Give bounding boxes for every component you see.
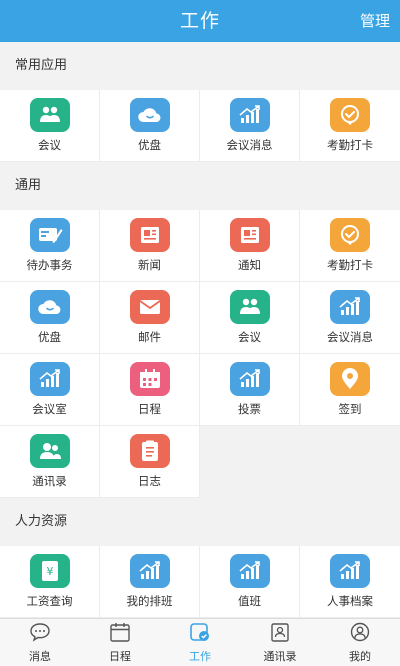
app-tile[interactable]: 优盘 bbox=[0, 282, 100, 354]
chart-icon bbox=[129, 554, 170, 588]
tab-3[interactable]: 通讯录 bbox=[240, 619, 320, 666]
bottom-tab-bar: 消息 日程 工作 通讯录 我的 bbox=[0, 618, 400, 666]
app-tile-label: 优盘 bbox=[38, 330, 61, 344]
app-tile-label: 日志 bbox=[138, 474, 161, 488]
yen-book-icon: ¥ bbox=[29, 554, 70, 588]
notepad-icon bbox=[129, 434, 170, 468]
chart-icon bbox=[229, 98, 270, 132]
chat-bubble-icon bbox=[29, 622, 51, 646]
app-tile[interactable]: 通知 bbox=[200, 210, 300, 282]
app-tile-label: 待办事务 bbox=[26, 258, 73, 272]
location-pin-icon bbox=[330, 362, 370, 396]
app-tile[interactable]: 人事档案 bbox=[300, 546, 400, 618]
newspaper-icon bbox=[229, 218, 270, 252]
tab-label: 日程 bbox=[109, 649, 131, 663]
mail-icon bbox=[129, 290, 170, 324]
app-tile[interactable]: 优盘 bbox=[100, 90, 200, 162]
app-tile[interactable]: 值班 bbox=[200, 546, 300, 618]
app-tile[interactable]: 会议室 bbox=[0, 354, 100, 426]
app-tile[interactable]: 考勤打卡 bbox=[300, 210, 400, 282]
empty-tile bbox=[300, 426, 400, 498]
chart-icon bbox=[229, 554, 270, 588]
check-shield-icon bbox=[330, 218, 370, 252]
svg-text:¥: ¥ bbox=[46, 565, 53, 578]
page-title: 工作 bbox=[179, 10, 220, 32]
app-tile-label: 会议 bbox=[38, 138, 61, 152]
app-tile-label: 会议 bbox=[238, 330, 261, 344]
app-tile-label: 新闻 bbox=[138, 258, 161, 272]
cloud-icon bbox=[29, 290, 70, 324]
app-tile[interactable]: 新闻 bbox=[100, 210, 200, 282]
app-tile-label: 会议室 bbox=[32, 402, 67, 416]
app-tile-label: 通讯录 bbox=[32, 474, 67, 488]
tab-4[interactable]: 我的 bbox=[320, 619, 400, 666]
tab-2[interactable]: 工作 bbox=[160, 619, 240, 666]
manage-button[interactable]: 管理 bbox=[360, 0, 390, 42]
app-tile[interactable]: 投票 bbox=[200, 354, 300, 426]
profile-icon bbox=[349, 622, 371, 646]
app-tile[interactable]: ¥ 工资查询 bbox=[0, 546, 100, 618]
app-tile-label: 通知 bbox=[238, 258, 261, 272]
tab-label: 工作 bbox=[189, 649, 211, 663]
chart-icon bbox=[29, 362, 70, 396]
app-tile-label: 日程 bbox=[138, 402, 161, 416]
app-tile[interactable]: 通讯录 bbox=[0, 426, 100, 498]
chart-icon bbox=[229, 362, 270, 396]
app-tile[interactable]: 会议消息 bbox=[300, 282, 400, 354]
card-pen-icon bbox=[29, 218, 70, 252]
tab-0[interactable]: 消息 bbox=[0, 619, 80, 666]
app-tile-label: 人事档案 bbox=[327, 594, 373, 608]
app-tile-label: 邮件 bbox=[138, 330, 161, 344]
app-tile[interactable]: 会议 bbox=[0, 90, 100, 162]
meeting-icon bbox=[229, 290, 270, 324]
app-grid: ¥ 工资查询 我的排班 值班 人事档案 bbox=[0, 546, 400, 618]
newspaper-icon bbox=[129, 218, 170, 252]
app-tile[interactable]: 日程 bbox=[100, 354, 200, 426]
app-tile[interactable]: 日志 bbox=[100, 426, 200, 498]
chart-icon bbox=[330, 554, 370, 588]
calendar-icon bbox=[129, 362, 170, 396]
tab-label: 通讯录 bbox=[263, 649, 297, 663]
app-tile[interactable]: 邮件 bbox=[100, 282, 200, 354]
chart-icon bbox=[330, 290, 370, 324]
app-tile-label: 投票 bbox=[238, 402, 261, 416]
app-tile-label: 会议消息 bbox=[327, 330, 373, 344]
app-tile[interactable]: 签到 bbox=[300, 354, 400, 426]
app-tile[interactable]: 考勤打卡 bbox=[300, 90, 400, 162]
app-tile[interactable]: 我的排班 bbox=[100, 546, 200, 618]
section-title: 通用 bbox=[0, 162, 400, 210]
tab-1[interactable]: 日程 bbox=[80, 619, 160, 666]
app-tile-label: 我的排班 bbox=[126, 594, 173, 608]
app-tile[interactable]: 会议 bbox=[200, 282, 300, 354]
app-tile[interactable]: 会议消息 bbox=[200, 90, 300, 162]
app-tile-label: 优盘 bbox=[138, 138, 161, 152]
section-title: 人力资源 bbox=[0, 498, 400, 546]
app-tile-label: 签到 bbox=[338, 402, 362, 416]
work-check-icon bbox=[189, 622, 211, 646]
app-grid: 会议 优盘 会议消息 考勤打卡 bbox=[0, 90, 400, 162]
tab-label: 我的 bbox=[349, 649, 371, 663]
app-tile-label: 考勤打卡 bbox=[327, 258, 373, 272]
contacts-icon bbox=[29, 434, 70, 468]
app-tile-label: 工资查询 bbox=[26, 594, 73, 608]
app-tile[interactable]: 待办事务 bbox=[0, 210, 100, 282]
app-tile-label: 值班 bbox=[238, 594, 261, 608]
calendar-tab-icon bbox=[109, 622, 131, 646]
meeting-icon bbox=[29, 98, 70, 132]
app-grid-container: 常用应用 会议 优盘 会议消息 考勤打卡 通用 待办事务 新闻 通知 考勤打卡 优盘 邮件 会议 会议消息… bbox=[0, 42, 400, 618]
app-header: 工作 管理 bbox=[0, 0, 400, 42]
app-tile-label: 会议消息 bbox=[226, 138, 273, 152]
app-grid: 待办事务 新闻 通知 考勤打卡优盘 邮件 会议 会议消息会议室 日程 投票 签到通讯录 日志 bbox=[0, 210, 400, 498]
section-title: 常用应用 bbox=[0, 42, 400, 90]
cloud-icon bbox=[129, 98, 170, 132]
contact-book-icon bbox=[269, 622, 291, 646]
check-shield-icon bbox=[330, 98, 370, 132]
tab-label: 消息 bbox=[29, 649, 51, 663]
empty-tile bbox=[200, 426, 300, 498]
app-tile-label: 考勤打卡 bbox=[327, 138, 373, 152]
